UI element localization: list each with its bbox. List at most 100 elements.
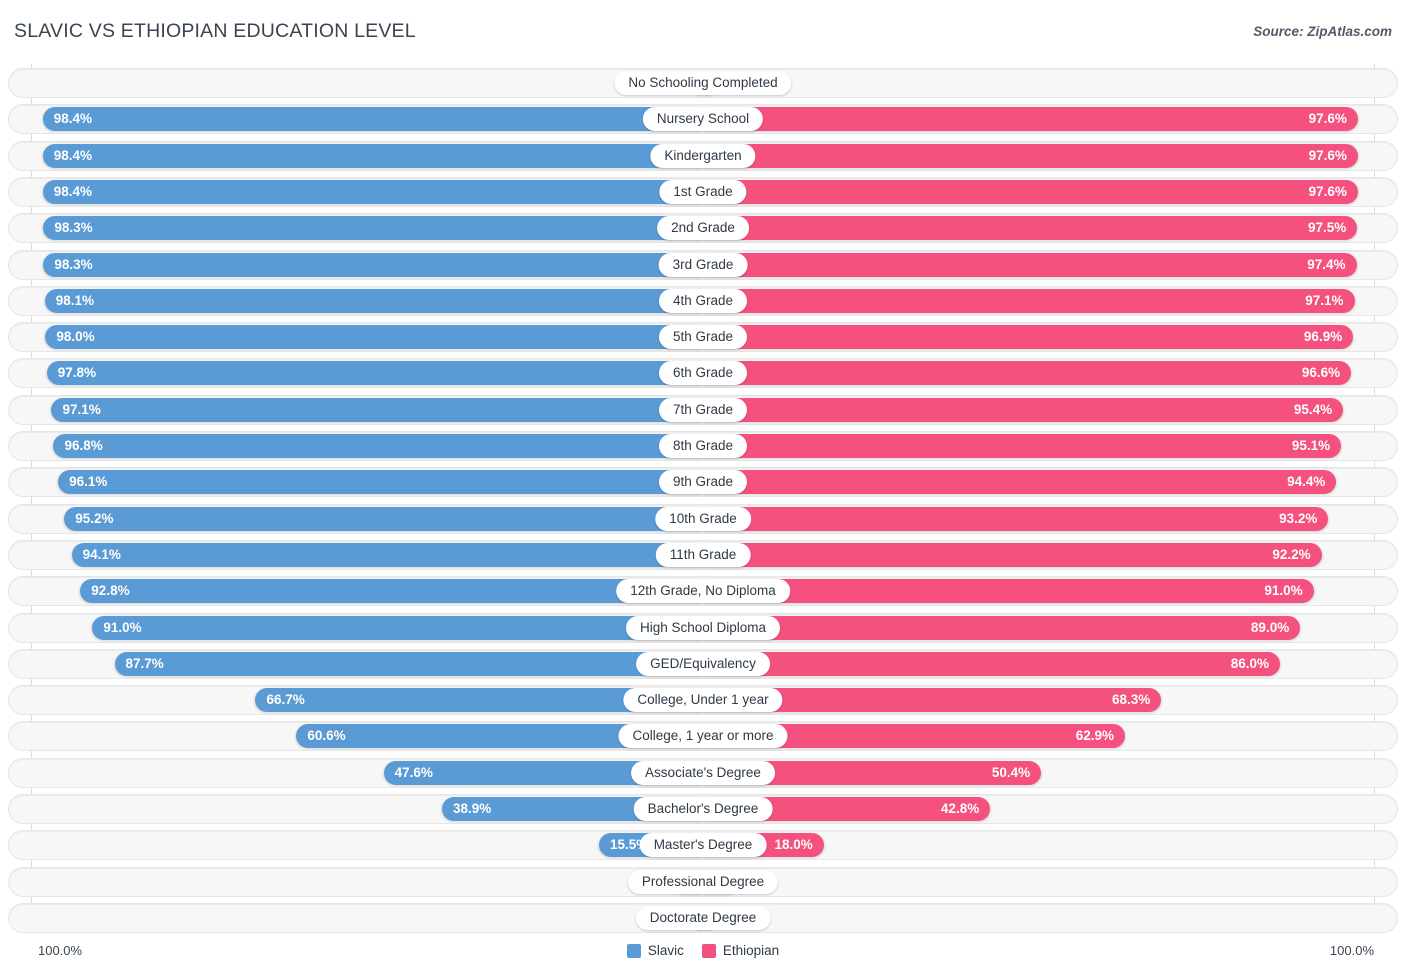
bar-ethiopian xyxy=(703,361,1352,386)
category-label: Professional Degree xyxy=(627,869,779,894)
bar-value-ethiopian: 94.4% xyxy=(1287,474,1326,490)
chart-row: 15.5% 18.0% Master's Degree xyxy=(0,830,1406,861)
category-label: 1st Grade xyxy=(659,179,747,204)
bar-slavic xyxy=(64,506,703,531)
bar-value-slavic: 97.8% xyxy=(57,365,97,381)
chart-row: 97.1% 95.4% 7th Grade xyxy=(0,394,1406,425)
bar-value-ethiopian: 18.0% xyxy=(774,837,813,853)
bar-value-slavic: 60.6% xyxy=(307,728,346,744)
bar-value-ethiopian: 89.0% xyxy=(1250,619,1290,635)
bar-ethiopian xyxy=(703,252,1357,277)
legend-swatch-icon xyxy=(701,943,716,958)
bar-value-ethiopian: 96.9% xyxy=(1303,329,1343,345)
chart-row: 98.4% 97.6% 1st Grade xyxy=(0,176,1406,207)
bar-value-slavic: 98.4% xyxy=(53,147,93,163)
category-label: 2nd Grade xyxy=(657,216,749,241)
bar-ethiopian xyxy=(703,615,1301,640)
chart-row: 95.2% 93.2% 10th Grade xyxy=(0,503,1406,534)
chart-row: 98.1% 97.1% 4th Grade xyxy=(0,285,1406,316)
bar-value-ethiopian: 97.6% xyxy=(1308,147,1347,163)
bar-ethiopian xyxy=(703,651,1281,676)
bar-value-ethiopian: 42.8% xyxy=(940,801,980,816)
diverging-bar-chart: 1.7%2.4%No Schooling Completed 98.4% 97.6%… xyxy=(0,64,1406,939)
bar-value-slavic: 96.8% xyxy=(64,438,103,453)
bar-value-ethiopian: 95.4% xyxy=(1293,401,1333,417)
category-label: 9th Grade xyxy=(658,470,748,495)
category-label: College, Under 1 year xyxy=(623,688,783,713)
bar-slavic xyxy=(71,542,703,567)
category-label: GED/Equivalency xyxy=(636,651,770,676)
category-label: Kindergarten xyxy=(650,143,756,168)
chart-row: 66.7% 68.3% College, Under 1 year xyxy=(0,685,1406,716)
bar-value-ethiopian: 96.6% xyxy=(1301,365,1341,381)
bar-ethiopian xyxy=(703,216,1358,241)
bar-value-slavic: 92.8% xyxy=(91,583,130,599)
category-label: College, 1 year or more xyxy=(618,724,788,749)
legend-swatch-icon xyxy=(626,943,641,958)
bar-value-ethiopian: 97.4% xyxy=(1307,256,1346,272)
bar-slavic xyxy=(80,579,703,604)
page-title: SLAVIC VS ETHIOPIAN EDUCATION LEVEL xyxy=(14,20,416,42)
chart-row: 96.1% 94.4% 9th Grade xyxy=(0,467,1406,498)
category-label: Master's Degree xyxy=(639,833,767,858)
legend: Slavic Ethiopian xyxy=(0,943,1406,958)
bar-value-ethiopian: 97.1% xyxy=(1305,292,1344,308)
bar-ethiopian xyxy=(703,579,1314,604)
chart-row: 1.9%2.3%Doctorate Degree xyxy=(0,902,1406,933)
chart-row: 98.3% 97.5% 2nd Grade xyxy=(0,213,1406,244)
bar-slavic xyxy=(92,615,703,640)
category-label: Bachelor's Degree xyxy=(633,797,773,821)
bar-ethiopian xyxy=(703,470,1337,495)
source-label: Source: ZipAtlas.com xyxy=(1253,24,1392,39)
bar-slavic xyxy=(42,143,703,168)
bar-value-ethiopian: 95.1% xyxy=(1291,438,1331,453)
chart-row: 98.4% 97.6% Nursery School xyxy=(0,104,1406,135)
legend-label: Ethiopian xyxy=(722,943,780,958)
legend-item-ethiopian[interactable]: Ethiopian xyxy=(701,943,780,958)
chart-row: 94.1% 92.2% 11th Grade xyxy=(0,539,1406,570)
chart-row: 98.3% 97.4% 3rd Grade xyxy=(0,249,1406,280)
category-label: 5th Grade xyxy=(658,325,748,350)
category-label: 11th Grade xyxy=(655,542,751,567)
bar-value-slavic: 95.2% xyxy=(75,510,114,526)
bar-value-slavic: 47.6% xyxy=(394,764,433,780)
bar-value-slavic: 96.1% xyxy=(69,474,108,490)
chart-row: 92.8% 91.0% 12th Grade, No Diploma xyxy=(0,576,1406,607)
chart-row: 60.6% 62.9% College, 1 year or more xyxy=(0,721,1406,752)
bar-slavic xyxy=(43,252,703,277)
bar-value-ethiopian: 97.5% xyxy=(1307,220,1347,236)
bar-value-slavic: 98.1% xyxy=(55,292,95,308)
bar-ethiopian xyxy=(703,434,1342,458)
chart-header: SLAVIC VS ETHIOPIAN EDUCATION LEVEL Sour… xyxy=(0,0,1406,64)
bar-value-ethiopian: 92.2% xyxy=(1272,546,1311,562)
bar-value-slavic: 94.1% xyxy=(82,546,121,562)
bar-ethiopian xyxy=(703,288,1355,313)
category-label: 10th Grade xyxy=(655,506,751,531)
category-label: High School Diploma xyxy=(625,615,781,640)
bar-value-ethiopian: 97.6% xyxy=(1308,183,1347,199)
category-label: 12th Grade, No Diploma xyxy=(616,579,790,604)
bar-value-slavic: 98.3% xyxy=(54,220,93,236)
chart-row: 38.9% 42.8% Bachelor's Degree xyxy=(0,794,1406,824)
bar-value-slavic: 98.0% xyxy=(56,329,95,345)
bar-slavic xyxy=(53,434,703,458)
bar-slavic xyxy=(58,470,703,495)
chart-row: 1.7%2.4%No Schooling Completed xyxy=(0,68,1406,98)
chart-row: 96.8% 95.1% 8th Grade xyxy=(0,431,1406,461)
bar-ethiopian xyxy=(703,542,1322,567)
bar-slavic xyxy=(45,325,703,350)
category-label: Nursery School xyxy=(642,107,764,132)
chart-row: 98.0% 96.9% 5th Grade xyxy=(0,322,1406,353)
bar-value-slavic: 87.7% xyxy=(125,655,164,671)
bar-slavic xyxy=(114,651,703,676)
chart-footer: 100.0% 100.0% Slavic Ethiopian xyxy=(0,939,1406,975)
bar-ethiopian xyxy=(703,506,1329,531)
category-label: 8th Grade xyxy=(658,434,748,458)
bar-value-slavic: 98.4% xyxy=(53,183,93,199)
bar-ethiopian xyxy=(703,107,1358,132)
chart-row: 97.8% 96.6% 6th Grade xyxy=(0,358,1406,389)
legend-item-slavic[interactable]: Slavic xyxy=(626,943,684,958)
bar-ethiopian xyxy=(703,143,1358,168)
bar-value-ethiopian: 91.0% xyxy=(1264,583,1303,599)
bar-slavic xyxy=(43,216,703,241)
